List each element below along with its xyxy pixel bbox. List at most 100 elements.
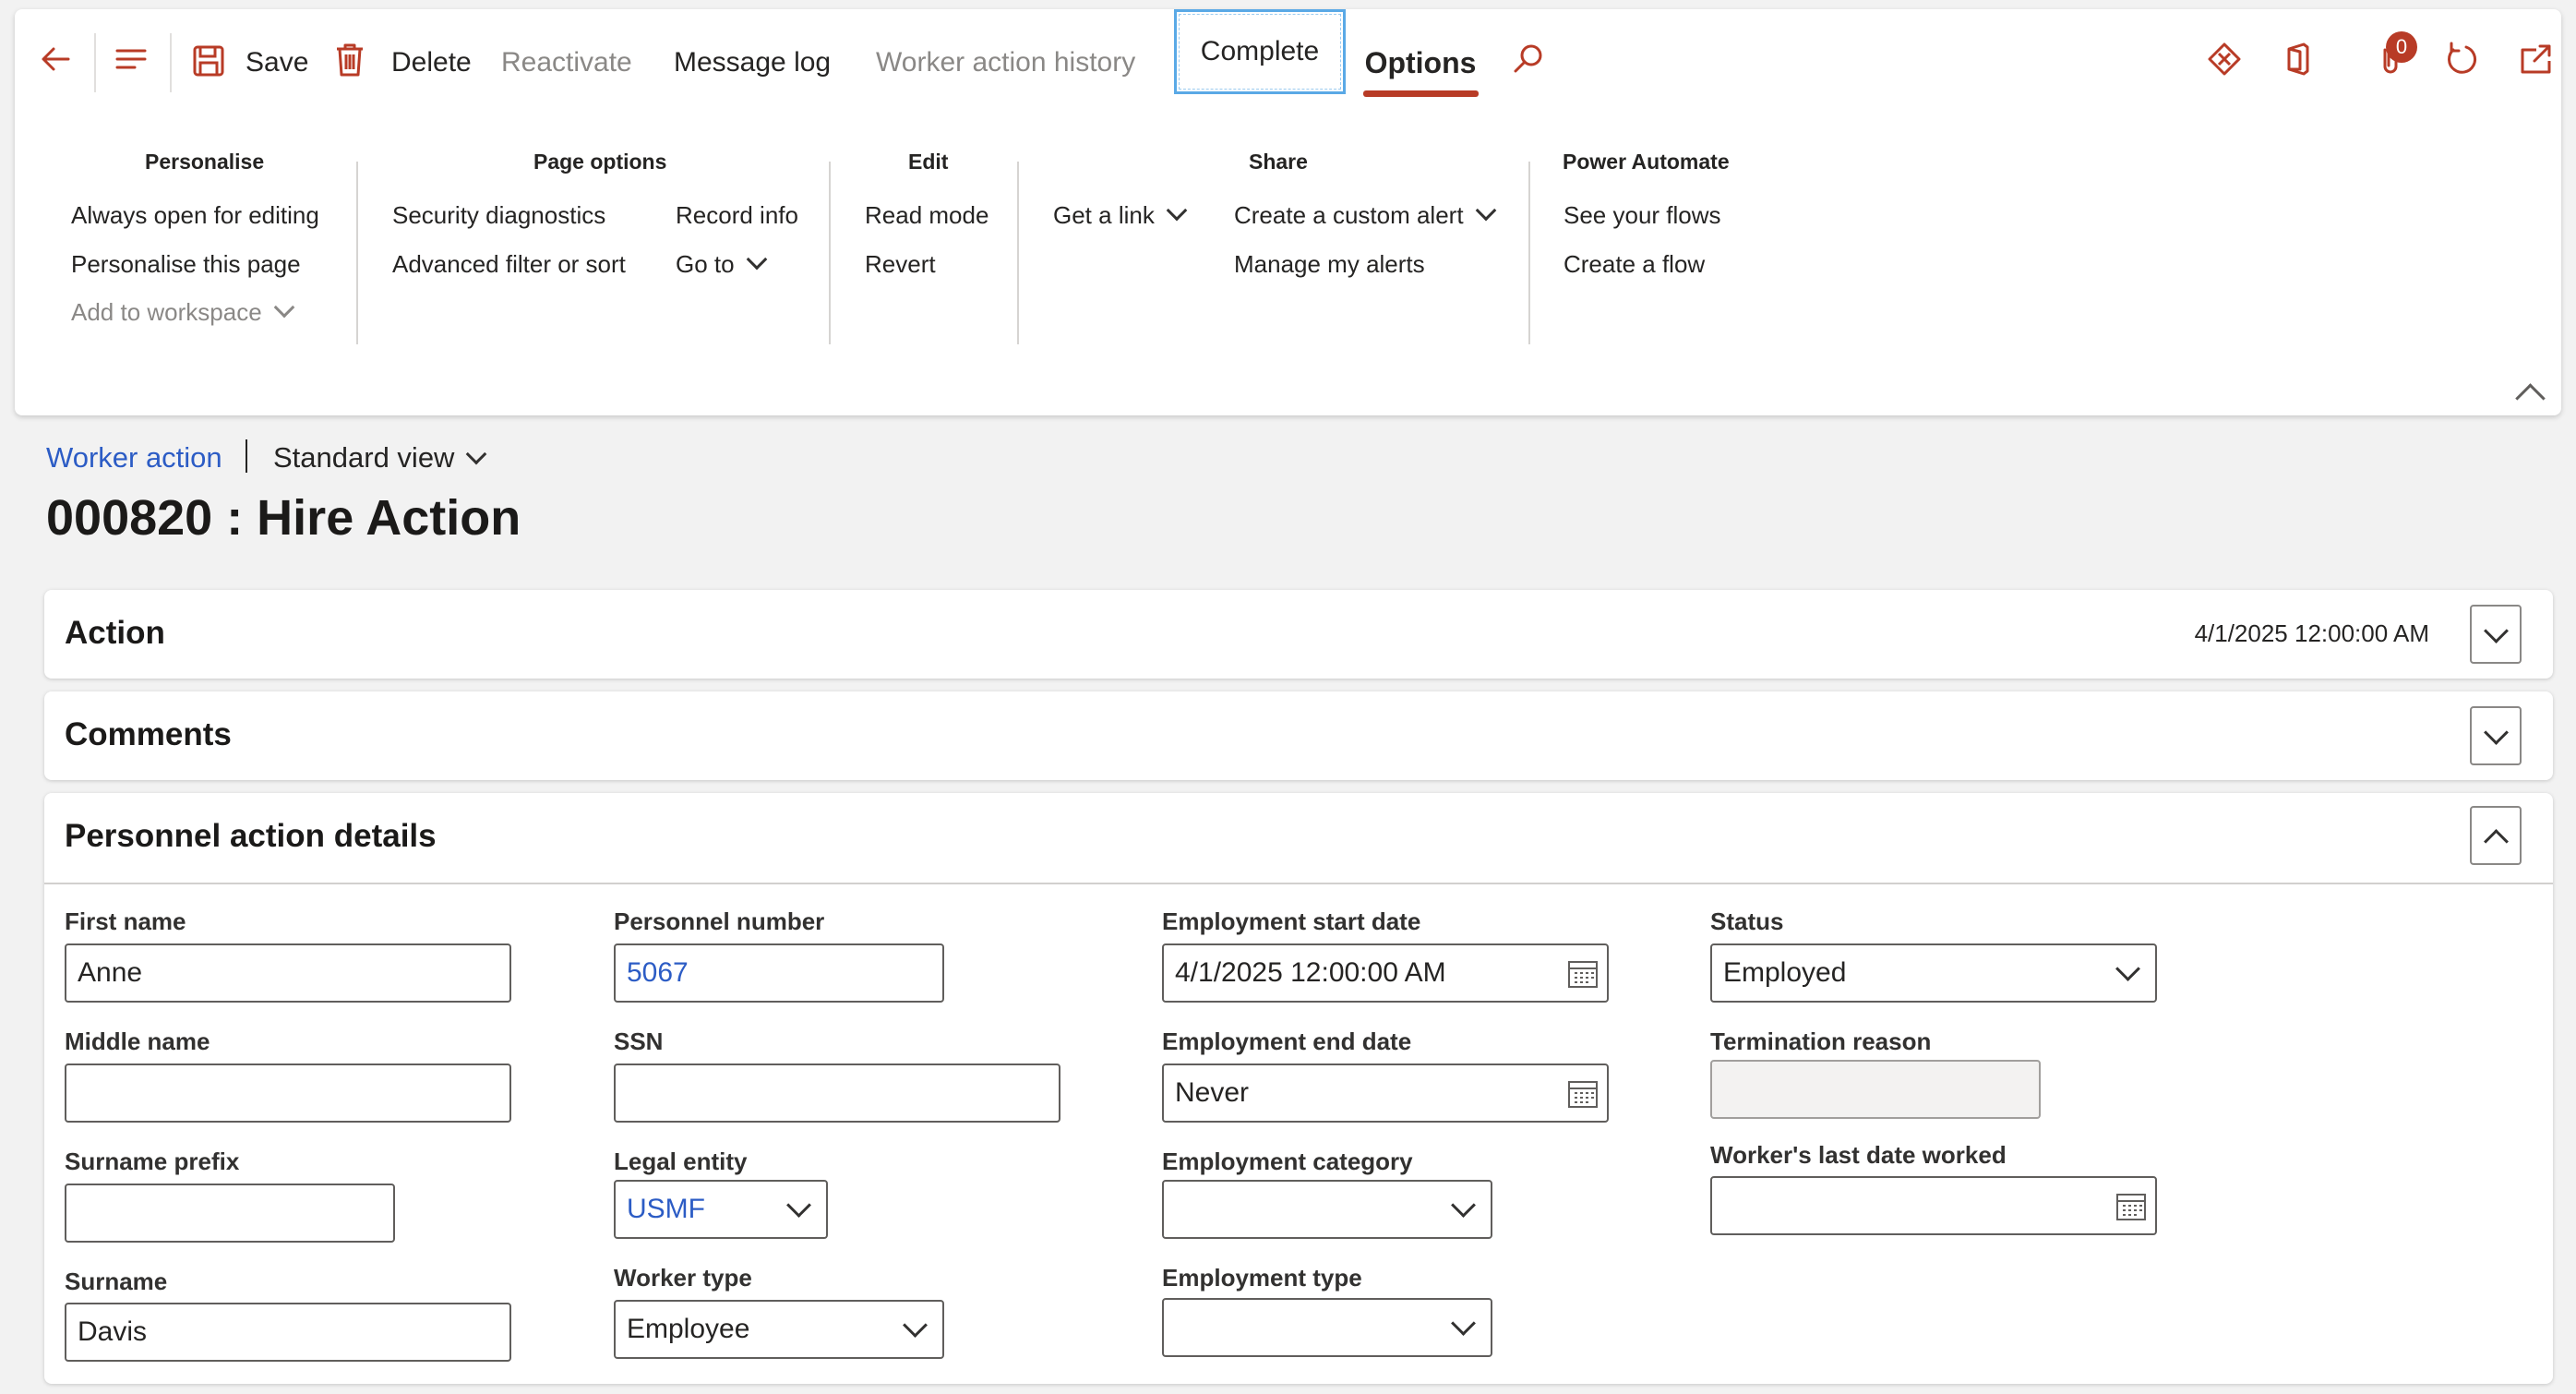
group-title-edit: Edit [908, 150, 949, 174]
action-fasttab: Action 4/1/2025 12:00:00 AM [44, 590, 2553, 679]
calendar-icon[interactable] [1566, 958, 1600, 990]
get-a-link-label: Get a link [1053, 201, 1155, 229]
employment-type-label: Employment type [1162, 1264, 1362, 1292]
group-divider [829, 162, 831, 344]
complete-button[interactable]: Complete [1174, 9, 1346, 94]
revert-button[interactable]: Revert [865, 247, 936, 281]
save-label: Save [246, 47, 309, 78]
employment-start-date-label: Employment start date [1162, 907, 1421, 935]
middle-name-label: Middle name [65, 1027, 210, 1055]
employment-type-dropdown[interactable] [1162, 1298, 1492, 1357]
employment-end-date-input[interactable]: Never [1162, 1064, 1609, 1123]
view-selector-label: Standard view [273, 441, 455, 474]
delete-label: Delete [391, 47, 472, 78]
record-info-button[interactable]: Record info [676, 198, 798, 232]
delete-button[interactable]: Delete [334, 35, 472, 90]
action-section-title[interactable]: Action [65, 615, 165, 652]
ssn-input[interactable] [614, 1064, 1060, 1123]
group-divider [1528, 162, 1530, 344]
employment-category-dropdown[interactable] [1162, 1180, 1492, 1239]
section-divider [44, 883, 2553, 884]
message-log-button[interactable]: Message log [674, 35, 831, 90]
add-to-workspace-dropdown[interactable]: Add to workspace [71, 295, 294, 329]
personalise-this-page-button[interactable]: Personalise this page [71, 247, 301, 281]
employment-end-date-value: Never [1175, 1077, 1250, 1108]
hamburger-menu-icon[interactable] [113, 41, 150, 78]
calendar-icon[interactable] [1566, 1078, 1600, 1110]
toolbar-divider [170, 33, 172, 92]
first-name-input[interactable]: Anne [65, 943, 511, 1003]
action-summary-date: 4/1/2025 12:00:00 AM [2194, 619, 2429, 647]
page-title: 000820 : Hire Action [46, 490, 521, 546]
go-to-label: Go to [676, 250, 735, 278]
chevron-down-icon [2484, 619, 2509, 643]
advanced-filter-or-sort-button[interactable]: Advanced filter or sort [392, 247, 626, 281]
surname-prefix-input[interactable] [65, 1184, 395, 1243]
surname-label: Surname [65, 1268, 168, 1295]
worker-type-dropdown[interactable]: Employee [614, 1300, 944, 1359]
worker-type-value: Employee [627, 1314, 750, 1344]
office-icon[interactable] [2280, 41, 2317, 78]
worker-action-history-button[interactable]: Worker action history [876, 35, 1135, 90]
legal-entity-label: Legal entity [614, 1148, 748, 1175]
first-name-label: First name [65, 907, 186, 935]
breadcrumb-worker-action[interactable]: Worker action [46, 441, 222, 475]
chevron-down-icon [1451, 1311, 1476, 1336]
legal-entity-value: USMF [627, 1194, 705, 1224]
collapse-ribbon-icon[interactable] [2515, 383, 2546, 414]
see-your-flows-button[interactable]: See your flows [1564, 198, 1721, 232]
open-in-new-window-icon[interactable] [2518, 41, 2555, 78]
personnel-number-input[interactable]: 5067 [614, 943, 944, 1003]
employment-end-date-label: Employment end date [1162, 1027, 1412, 1055]
tab-options[interactable]: Options [1362, 35, 1479, 90]
view-selector[interactable]: Standard view [273, 441, 487, 475]
calendar-icon[interactable] [2115, 1191, 2148, 1222]
status-value: Employed [1723, 957, 1847, 988]
group-divider [1017, 162, 1019, 344]
comments-section-title[interactable]: Comments [65, 716, 232, 753]
back-arrow-icon[interactable] [37, 41, 74, 78]
chevron-up-icon [2484, 829, 2509, 854]
personnel-action-details-fasttab: Personnel action details First name Anne… [44, 793, 2553, 1384]
active-tab-indicator [1363, 90, 1479, 97]
read-mode-button[interactable]: Read mode [865, 198, 988, 232]
create-a-flow-button[interactable]: Create a flow [1564, 247, 1705, 281]
status-label: Status [1710, 907, 1784, 935]
status-dropdown[interactable]: Employed [1710, 943, 2157, 1003]
go-to-dropdown[interactable]: Go to [676, 247, 767, 281]
chevron-down-icon [903, 1313, 928, 1338]
power-apps-icon[interactable] [2206, 41, 2243, 78]
comments-fasttab: Comments [44, 691, 2553, 780]
employment-start-date-value: 4/1/2025 12:00:00 AM [1175, 957, 1446, 988]
group-title-power-automate: Power Automate [1563, 150, 1730, 174]
reactivate-button[interactable]: Reactivate [501, 35, 632, 90]
action-pane: Save Delete Reactivate Message log Worke… [15, 9, 2561, 415]
save-icon [193, 45, 224, 77]
chevron-down-icon [273, 296, 294, 318]
last-date-worked-input[interactable] [1710, 1176, 2157, 1235]
middle-name-input[interactable] [65, 1064, 511, 1123]
surname-input[interactable]: Davis [65, 1303, 511, 1362]
manage-my-alerts-button[interactable]: Manage my alerts [1234, 247, 1425, 281]
group-title-share: Share [1249, 150, 1308, 174]
chevron-down-icon [1166, 199, 1188, 222]
toolbar-divider [94, 33, 96, 92]
employment-category-label: Employment category [1162, 1148, 1413, 1175]
refresh-icon[interactable] [2444, 41, 2481, 78]
search-icon[interactable] [1510, 41, 1547, 78]
collapse-details-button[interactable] [2470, 806, 2522, 865]
details-section-title[interactable]: Personnel action details [65, 818, 437, 855]
security-diagnostics-button[interactable]: Security diagnostics [392, 198, 605, 232]
chevron-down-icon [2484, 720, 2509, 745]
surname-prefix-label: Surname prefix [65, 1148, 240, 1175]
save-button[interactable]: Save [192, 35, 308, 90]
always-open-for-editing-button[interactable]: Always open for editing [71, 198, 319, 232]
employment-start-date-input[interactable]: 4/1/2025 12:00:00 AM [1162, 943, 1609, 1003]
expand-action-button[interactable] [2470, 605, 2522, 664]
add-to-workspace-label: Add to workspace [71, 298, 262, 326]
get-a-link-dropdown[interactable]: Get a link [1053, 198, 1188, 232]
legal-entity-dropdown[interactable]: USMF [614, 1180, 828, 1239]
expand-comments-button[interactable] [2470, 706, 2522, 765]
create-custom-alert-dropdown[interactable]: Create a custom alert [1234, 198, 1496, 232]
personnel-number-label: Personnel number [614, 907, 825, 935]
